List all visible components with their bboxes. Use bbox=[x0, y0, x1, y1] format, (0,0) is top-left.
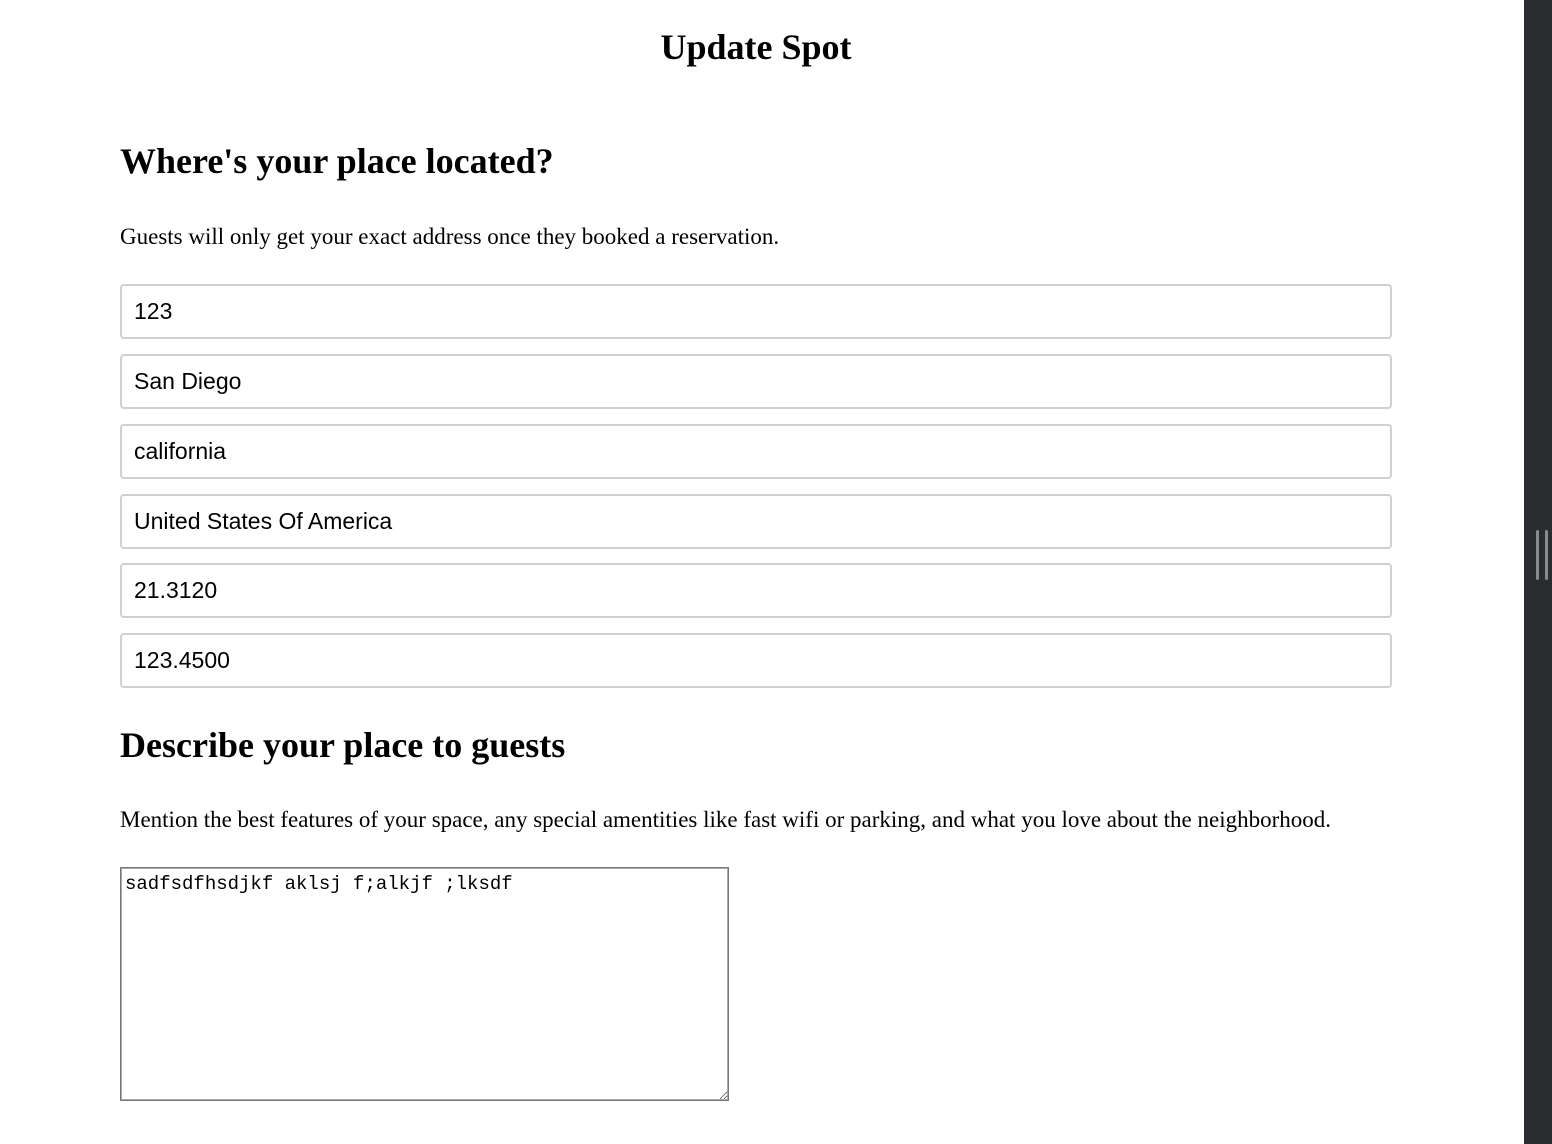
handle-grip-right bbox=[1545, 530, 1548, 580]
page-title: Update Spot bbox=[660, 27, 852, 67]
resize-handle[interactable] bbox=[1536, 530, 1548, 580]
location-description: Guests will only get your exact address … bbox=[120, 224, 780, 249]
state-input[interactable] bbox=[120, 424, 1392, 479]
latitude-input[interactable] bbox=[120, 563, 1392, 618]
country-input[interactable] bbox=[120, 494, 1392, 549]
description-textarea[interactable]: sadfsdfhsdjkf aklsj f;alkjf ;lksdf bbox=[120, 867, 729, 1101]
handle-grip-left bbox=[1536, 530, 1539, 580]
city-input[interactable] bbox=[120, 354, 1392, 409]
longitude-input[interactable] bbox=[120, 633, 1392, 688]
location-heading: Where's your place located? bbox=[120, 141, 554, 181]
description-heading: Describe your place to guests bbox=[120, 725, 566, 765]
page: Update Spot Where's your place located? … bbox=[0, 0, 1524, 1144]
address-input[interactable] bbox=[120, 284, 1392, 339]
side-panel bbox=[1524, 0, 1552, 1144]
description-instructions: Mention the best features of your space,… bbox=[120, 807, 1331, 832]
